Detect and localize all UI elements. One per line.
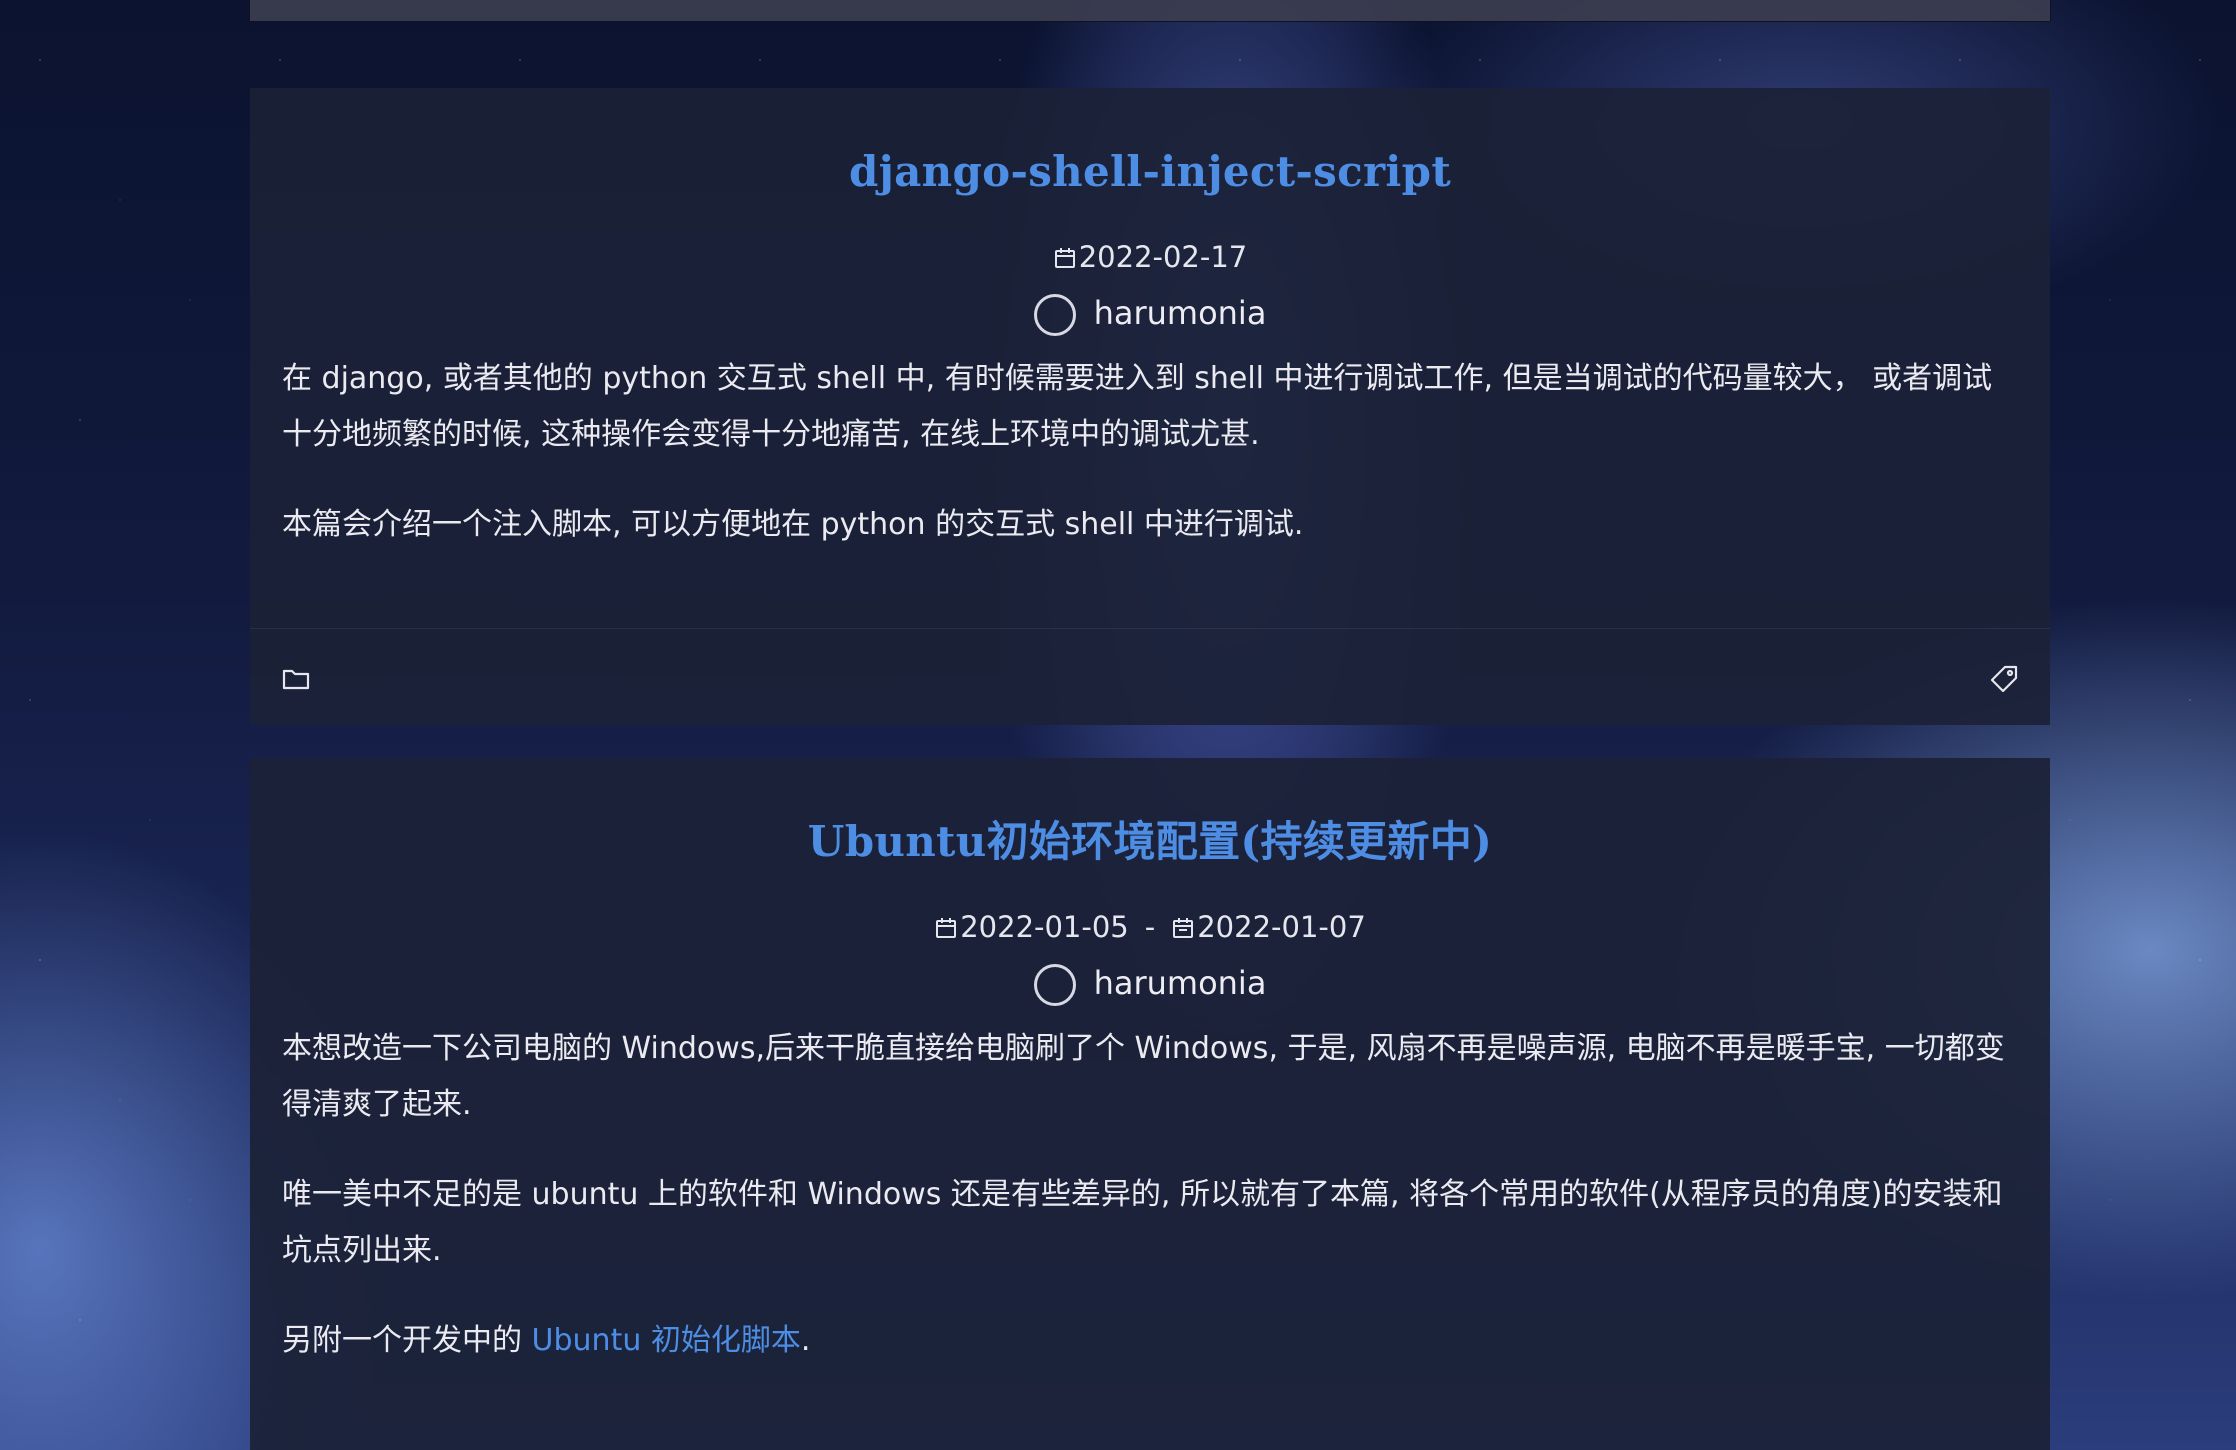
excerpt-paragraph: 在 django, 或者其他的 python 交互式 shell 中, 有时候需… xyxy=(282,361,1993,452)
excerpt-paragraph: 本篇会介绍一个注入脚本, 可以方便地在 python 的交互式 shell 中进… xyxy=(282,507,1304,542)
excerpt-paragraph: 另附一个开发中的 Ubuntu 初始化脚本. xyxy=(282,1313,2018,1369)
previous-post-card-edge xyxy=(249,0,2051,22)
calendar-icon xyxy=(934,911,958,949)
excerpt-text: 另附一个开发中的 xyxy=(282,1323,532,1358)
post-author: harumonia xyxy=(282,287,2018,339)
tag-icon[interactable] xyxy=(1990,665,2018,697)
folder-icon[interactable] xyxy=(282,667,310,695)
post-date-created: 2022-01-05 xyxy=(960,910,1129,944)
calendar-updated-icon xyxy=(1171,911,1195,949)
post-title-link[interactable]: Ubuntu初始环境配置(持续更新中) xyxy=(282,758,2018,872)
excerpt-text: . xyxy=(800,1323,811,1358)
post-card: django-shell-inject-script 2022-02-17 ha… xyxy=(250,88,2050,725)
post-date-updated: 2022-01-07 xyxy=(1197,910,1366,944)
post-date: 2022-02-17 xyxy=(282,238,2018,279)
author-name[interactable]: harumonia xyxy=(1094,964,1267,1002)
post-excerpt: 在 django, 或者其他的 python 交互式 shell 中, 有时候需… xyxy=(282,351,2018,553)
post-date: 2022-01-05- 2022-01-07 xyxy=(282,908,2018,949)
post-author: harumonia xyxy=(282,957,2018,1009)
post-footer xyxy=(250,628,2050,725)
excerpt-paragraph: 本想改造一下公司电脑的 Windows,后来干脆直接给电脑刷了个 Windows… xyxy=(282,1031,2005,1122)
author-name[interactable]: harumonia xyxy=(1094,294,1267,332)
excerpt-paragraph: 唯一美中不足的是 ubuntu 上的软件和 Windows 还是有些差异的, 所… xyxy=(282,1177,2003,1268)
post-card: Ubuntu初始环境配置(持续更新中) 2022-01-05- 2022-01-… xyxy=(250,758,2050,1450)
avatar xyxy=(1033,294,1076,336)
ubuntu-init-script-link[interactable]: Ubuntu 初始化脚本 xyxy=(532,1323,801,1358)
avatar xyxy=(1033,964,1076,1006)
calendar-icon xyxy=(1053,241,1077,279)
post-excerpt: 本想改造一下公司电脑的 Windows,后来干脆直接给电脑刷了个 Windows… xyxy=(282,1021,2018,1369)
post-title-link[interactable]: django-shell-inject-script xyxy=(282,88,2018,202)
post-date-created: 2022-02-17 xyxy=(1078,240,1248,274)
date-separator: - xyxy=(1144,910,1156,944)
